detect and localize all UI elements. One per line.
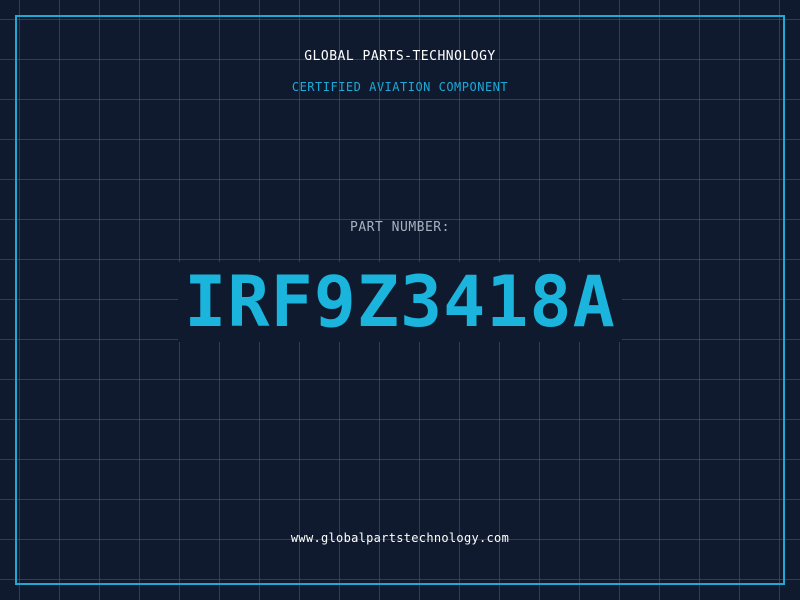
certification-subtitle: CERTIFIED AVIATION COMPONENT bbox=[291, 80, 509, 94]
label-canvas: GLOBAL PARTS-TECHNOLOGY CERTIFIED AVIATI… bbox=[0, 0, 800, 600]
part-number-value: IRF9Z3418A bbox=[178, 262, 622, 342]
part-number-label: PART NUMBER: bbox=[350, 220, 450, 235]
website-url: www.globalpartstechnology.com bbox=[290, 531, 510, 545]
company-name: GLOBAL PARTS-TECHNOLOGY bbox=[304, 49, 496, 64]
part-number-container: IRF9Z3418A bbox=[0, 262, 800, 342]
